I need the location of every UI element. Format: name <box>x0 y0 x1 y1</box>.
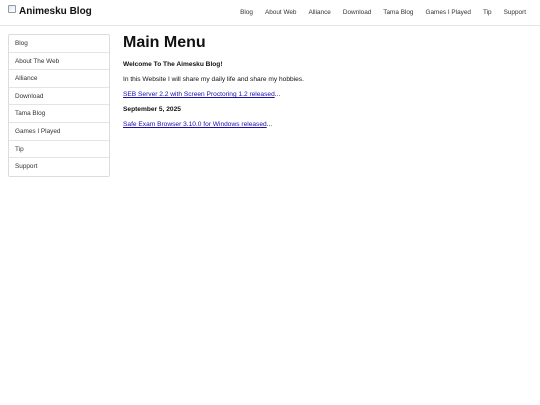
sidebar-item-support[interactable]: Support <box>9 158 109 176</box>
nav-link-alliance[interactable]: Alliance <box>308 9 330 16</box>
intro-text: In this Website I will share my daily li… <box>123 76 304 83</box>
nav-link-tip[interactable]: Tip <box>483 9 492 16</box>
nav-link-about-web[interactable]: About Web <box>265 9 297 16</box>
sidebar-item-games-i-played[interactable]: Games I Played <box>9 123 109 141</box>
post-ellipsis: ... <box>266 121 273 128</box>
sidebar-item-alliance[interactable]: Alliance <box>9 70 109 88</box>
post-entry: SEB Server 2.2 with Screen Proctoring 1.… <box>123 91 528 99</box>
brand-title: Animesku Blog <box>19 6 92 17</box>
broken-image-icon <box>8 5 16 13</box>
post-link-seb-server[interactable]: SEB Server 2.2 with Screen Proctoring 1.… <box>123 91 275 98</box>
main-content: Main Menu Welcome To The Aimesku Blog! I… <box>123 34 528 129</box>
post-ellipsis: ... <box>274 91 281 98</box>
sidebar-item-tip[interactable]: Tip <box>9 141 109 159</box>
brand-link[interactable]: Animesku Blog <box>8 4 92 20</box>
sidebar-item-download[interactable]: Download <box>9 88 109 106</box>
post-date: September 5, 2025 <box>123 106 181 113</box>
page-title: Main Menu <box>123 34 206 51</box>
sidebar-item-tama-blog[interactable]: Tama Blog <box>9 105 109 123</box>
welcome-heading: Welcome To The Aimesku Blog! <box>123 61 223 68</box>
nav-link-tama-blog[interactable]: Tama Blog <box>383 9 413 16</box>
post-link-safe-exam-browser[interactable]: Safe Exam Browser 3.10.0 for Windows rel… <box>123 121 267 128</box>
post-entry: Safe Exam Browser 3.10.0 for Windows rel… <box>123 121 528 129</box>
nav-link-download[interactable]: Download <box>343 9 371 16</box>
nav-link-games-i-played[interactable]: Games I Played <box>426 9 471 16</box>
sidebar-item-about-the-web[interactable]: About The Web <box>9 53 109 71</box>
sidebar-menu: Blog About The Web Alliance Download Tam… <box>8 34 110 177</box>
nav-link-support[interactable]: Support <box>504 9 526 16</box>
top-nav-menu: Blog About Web Alliance Download Tama Bl… <box>228 0 526 25</box>
top-navbar: Animesku Blog Blog About Web Alliance Do… <box>0 0 540 26</box>
nav-link-blog[interactable]: Blog <box>240 9 253 16</box>
sidebar-item-blog[interactable]: Blog <box>9 35 109 53</box>
